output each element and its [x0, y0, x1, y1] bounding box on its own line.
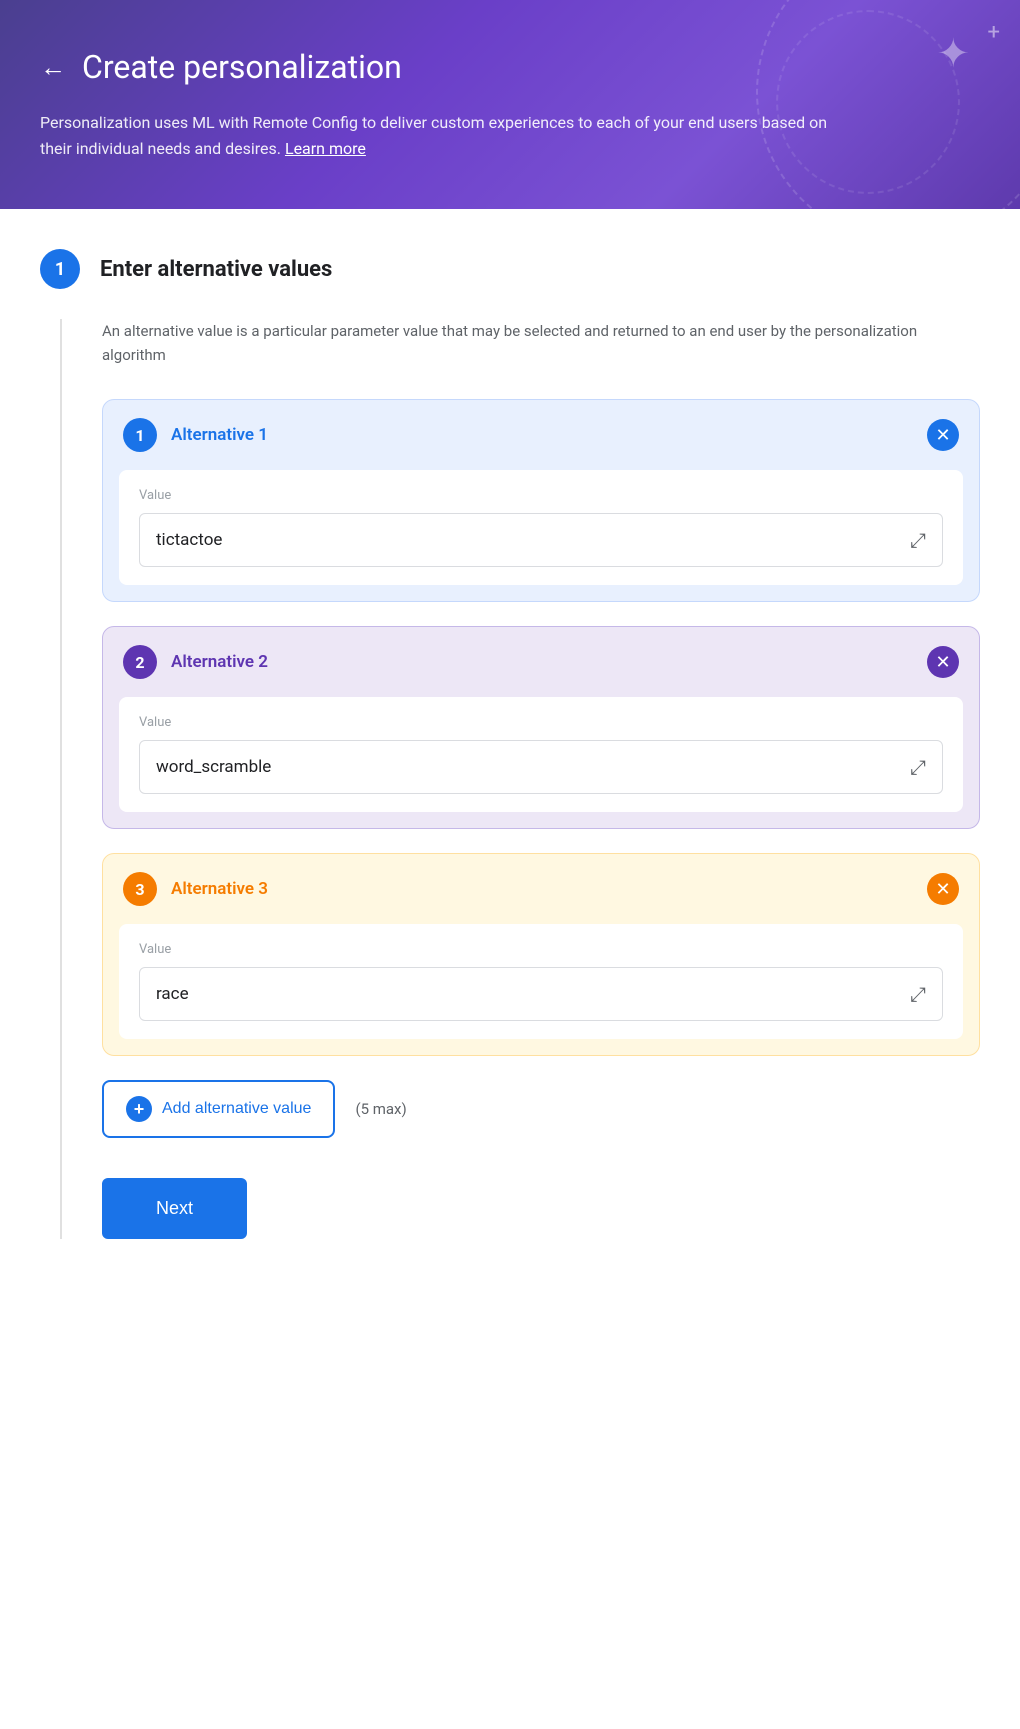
alt-value-text-1: tictactoe [156, 530, 222, 550]
max-label: (5 max) [355, 1100, 406, 1118]
step-number-badge: 1 [40, 249, 80, 289]
header-description: Personalization uses ML with Remote Conf… [40, 110, 860, 161]
alt-card-body-1: Value tictactoe ⤢ [119, 470, 963, 585]
expand-icon-1[interactable]: ⤢ [910, 528, 926, 552]
step-content: An alternative value is a particular par… [60, 319, 980, 1239]
star-icon-large: ✦ [936, 30, 970, 77]
alt-label-2: Alternative 2 [171, 652, 268, 672]
main-content: 1 Enter alternative values An alternativ… [0, 209, 1020, 1729]
alt-close-button-2[interactable]: ✕ [927, 646, 959, 678]
page-header: ✦ + ← Create personalization Personaliza… [0, 0, 1020, 209]
alt-close-button-3[interactable]: ✕ [927, 873, 959, 905]
alt-label-1: Alternative 1 [171, 425, 268, 445]
alt-value-label-1: Value [139, 488, 943, 503]
step-header: 1 Enter alternative values [40, 249, 980, 289]
alt-card-body-3: Value race ⤢ [119, 924, 963, 1039]
alt-value-text-2: word_scramble [156, 757, 271, 777]
alt-close-button-1[interactable]: ✕ [927, 419, 959, 451]
alt-card-header-1: 1 Alternative 1 ✕ [103, 400, 979, 470]
star-icon-small: + [988, 20, 1000, 45]
step-title: Enter alternative values [100, 257, 332, 282]
add-plus-icon: + [126, 1096, 152, 1122]
alt-card-header-3: 3 Alternative 3 ✕ [103, 854, 979, 924]
expand-icon-3[interactable]: ⤢ [910, 982, 926, 1006]
alt-card-body-2: Value word_scramble ⤢ [119, 697, 963, 812]
alternative-card-3: 3 Alternative 3 ✕ Value race ⤢ [102, 853, 980, 1056]
alt-card-header-left-3: 3 Alternative 3 [123, 872, 268, 906]
alt-number-badge-2: 2 [123, 645, 157, 679]
alt-card-header-left-2: 2 Alternative 2 [123, 645, 268, 679]
alt-number-badge-3: 3 [123, 872, 157, 906]
alt-value-input-row-3[interactable]: race ⤢ [139, 967, 943, 1021]
learn-more-link[interactable]: Learn more [285, 139, 366, 158]
step-description: An alternative value is a particular par… [102, 319, 922, 367]
alt-label-3: Alternative 3 [171, 879, 268, 899]
alt-value-input-row-2[interactable]: word_scramble ⤢ [139, 740, 943, 794]
alt-value-text-3: race [156, 984, 189, 1004]
alternative-card-2: 2 Alternative 2 ✕ Value word_scramble ⤢ [102, 626, 980, 829]
alt-value-label-2: Value [139, 715, 943, 730]
alt-value-input-row-1[interactable]: tictactoe ⤢ [139, 513, 943, 567]
alt-value-label-3: Value [139, 942, 943, 957]
add-button-label: Add alternative value [162, 1100, 311, 1118]
add-alternative-row: + Add alternative value (5 max) [102, 1080, 980, 1138]
back-arrow-icon[interactable]: ← [40, 52, 66, 83]
page-title: Create personalization [82, 48, 402, 86]
expand-icon-2[interactable]: ⤢ [910, 755, 926, 779]
next-button[interactable]: Next [102, 1178, 247, 1239]
alternative-card-1: 1 Alternative 1 ✕ Value tictactoe ⤢ [102, 399, 980, 602]
alt-card-header-2: 2 Alternative 2 ✕ [103, 627, 979, 697]
alt-card-header-left-1: 1 Alternative 1 [123, 418, 268, 452]
alt-number-badge-1: 1 [123, 418, 157, 452]
add-alternative-button[interactable]: + Add alternative value [102, 1080, 335, 1138]
